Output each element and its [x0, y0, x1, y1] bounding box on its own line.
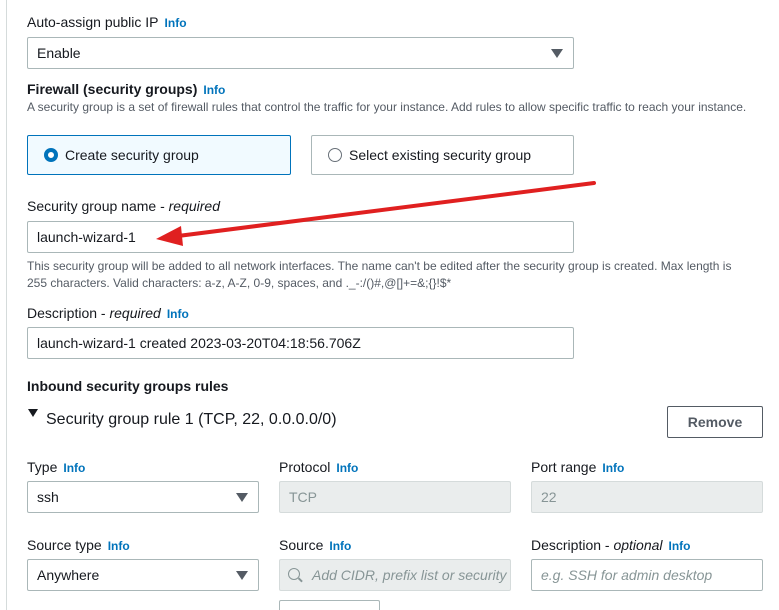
arrow-head	[156, 226, 183, 246]
arrow-shaft	[176, 181, 596, 238]
annotation-arrow	[156, 181, 596, 246]
